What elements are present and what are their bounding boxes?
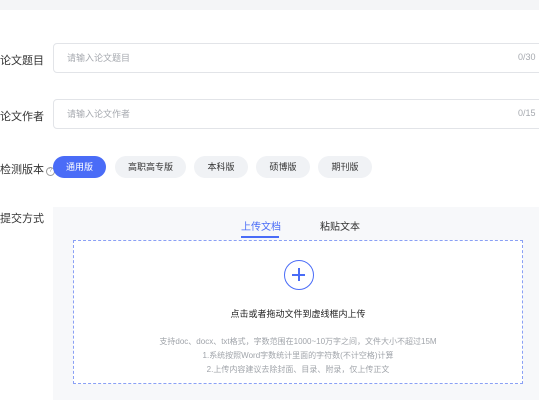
author-input[interactable] — [67, 100, 487, 128]
author-label: 论文作者 — [0, 111, 44, 123]
version-option-graduate[interactable]: 硕博版 — [256, 156, 310, 178]
dropzone-instruction: 点击或者拖动文件到虚线框内上传 — [230, 309, 366, 319]
active-tab-indicator — [241, 236, 279, 238]
version-option-undergraduate[interactable]: 本科版 — [194, 156, 248, 178]
author-input-box[interactable]: 0/15 — [53, 99, 539, 129]
top-bar — [0, 0, 539, 10]
version-label: 检测版本? — [0, 161, 55, 177]
dropzone-hint-formats: 支持doc、docx、txt格式，字数范围在1000~10万字之间，文件大小不超… — [159, 337, 437, 346]
dropzone-hint-wordcount: 1.系统按照Word字数统计里面的字符数(不计空格)计算 — [202, 351, 394, 360]
file-dropzone[interactable]: 点击或者拖动文件到虚线框内上传 支持doc、docx、txt格式，字数范围在10… — [73, 240, 523, 384]
plus-circle-icon[interactable] — [284, 260, 314, 290]
tab-paste-text[interactable]: 粘贴文本 — [320, 218, 360, 233]
title-label: 论文题目 — [0, 55, 44, 67]
submit-method-label: 提交方式 — [0, 213, 44, 225]
author-char-counter: 0/15 — [518, 108, 536, 118]
upload-panel: 上传文档 粘贴文本 点击或者拖动文件到虚线框内上传 支持doc、docx、txt… — [53, 207, 539, 400]
title-input-box[interactable]: 0/30 — [53, 43, 539, 73]
version-option-journal[interactable]: 期刊版 — [318, 156, 372, 178]
version-option-vocational[interactable]: 高职高专版 — [115, 156, 186, 178]
dropzone-hint-content: 2.上传内容建议去除封面、目录、附录，仅上传正文 — [206, 365, 390, 374]
title-input[interactable] — [67, 44, 487, 72]
version-option-general[interactable]: 通用版 — [53, 156, 106, 178]
tab-upload-document[interactable]: 上传文档 — [241, 218, 281, 233]
version-label-text: 检测版本 — [0, 164, 44, 176]
title-char-counter: 0/30 — [518, 52, 536, 62]
